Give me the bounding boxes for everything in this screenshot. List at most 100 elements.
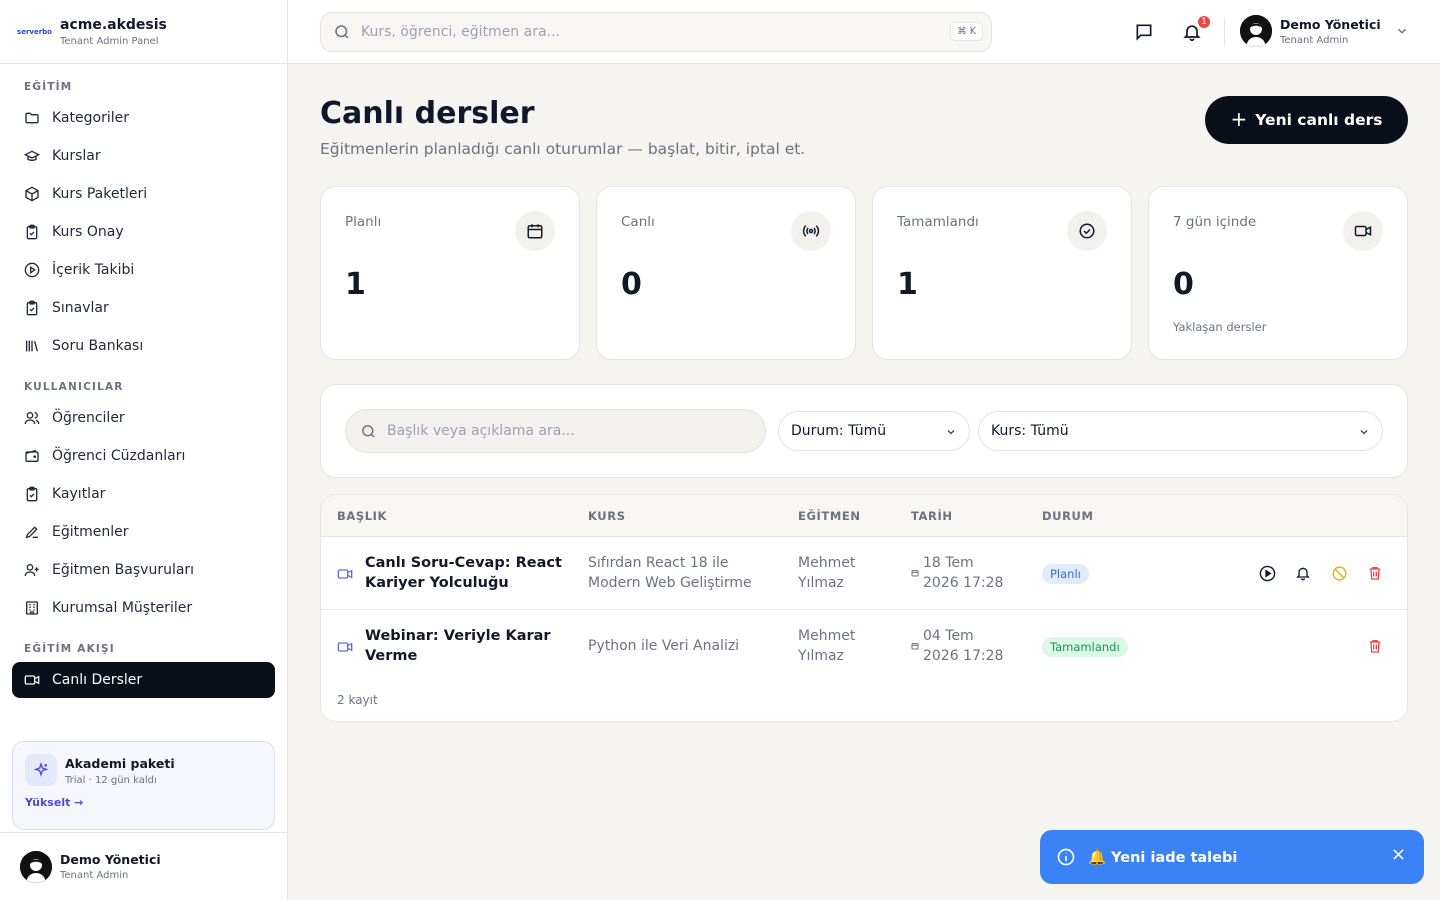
- sidebar-item-label: Öğrenci Cüzdanları: [52, 448, 186, 464]
- course-filter-value: Kurs: Tümü: [991, 423, 1069, 439]
- stat-note: Yaklaşan dersler: [1173, 320, 1267, 334]
- status-badge: Tamamlandı: [1042, 637, 1128, 657]
- sidebar-item-label: Canlı Dersler: [52, 672, 143, 688]
- start-lesson-button[interactable]: [1257, 563, 1277, 583]
- lesson-course: Sıfırdan React 18 ile Modern Web Geliştir…: [588, 555, 752, 591]
- toast-message: 🔔 Yeni iade talebi: [1088, 849, 1238, 866]
- sidebar-item-label: Soru Bankası: [52, 338, 144, 354]
- broadcast-icon: [791, 211, 831, 251]
- sidebar-item-label: Kurslar: [52, 148, 101, 164]
- chevron-down-icon: [1360, 430, 1368, 435]
- play-circle-icon: [24, 262, 40, 278]
- sidebar-item-icerik-takibi[interactable]: İçerik Takibi: [12, 252, 275, 288]
- sidebar-item-label: İçerik Takibi: [52, 262, 135, 278]
- sidebar-user-role: Tenant Admin: [60, 870, 129, 881]
- calendar-icon: [911, 570, 919, 577]
- page-subtitle: Eğitmenlerin planladığı canlı oturumlar …: [320, 140, 806, 158]
- users-icon: [24, 412, 40, 425]
- sidebar-item-kurs-onay[interactable]: Kurs Onay: [12, 214, 275, 250]
- video-icon: [24, 675, 40, 685]
- stat-card-upcoming: 7 gün içinde 0 Yaklaşan dersler: [1148, 186, 1408, 360]
- table-row[interactable]: Webinar: Veriyle Karar Verme Python ile V…: [321, 610, 1407, 683]
- stat-value: 1: [897, 267, 918, 302]
- sidebar-item-egitmen-basvurulari[interactable]: Eğitmen Başvuruları: [12, 552, 275, 588]
- stat-value: 0: [621, 267, 642, 302]
- sidebar-item-label: Sınavlar: [52, 300, 109, 316]
- toast-notification[interactable]: 🔔 Yeni iade talebi ×: [1040, 830, 1424, 884]
- close-icon[interactable]: ×: [1391, 844, 1406, 865]
- lesson-date: 04 Tem 2026 17:28: [923, 628, 1004, 664]
- status-filter-value: Durum: Tümü: [791, 423, 887, 439]
- column-header-date[interactable]: TARİH: [911, 509, 953, 523]
- column-header-title[interactable]: BAŞLIK: [337, 509, 387, 523]
- sidebar-item-kayitlar[interactable]: Kayıtlar: [12, 476, 275, 512]
- topbar-user-name: Demo Yönetici: [1280, 16, 1381, 32]
- wallet-icon: [25, 449, 39, 462]
- sidebar-item-canli-dersler[interactable]: Canlı Dersler: [12, 662, 275, 698]
- lesson-search-input[interactable]: Başlık veya açıklama ara...: [345, 409, 766, 453]
- avatar: [20, 850, 52, 883]
- messages-button[interactable]: [1132, 20, 1156, 44]
- notifications-button[interactable]: 1: [1180, 14, 1212, 44]
- status-filter-select[interactable]: Durum: Tümü: [778, 411, 970, 451]
- column-header-status[interactable]: DURUM: [1042, 509, 1094, 523]
- sidebar-item-ogrenci-cuzdanlari[interactable]: Öğrenci Cüzdanları: [12, 438, 275, 474]
- user-menu[interactable]: Demo Yönetici Tenant Admin: [1240, 15, 1409, 47]
- new-live-lesson-button[interactable]: + Yeni canlı ders: [1205, 96, 1408, 144]
- tenant-name: acme.akdesis: [60, 16, 167, 33]
- delete-lesson-button[interactable]: [1365, 563, 1385, 583]
- delete-lesson-button[interactable]: [1365, 636, 1385, 656]
- column-header-instructor[interactable]: EĞİTMEN: [798, 509, 861, 523]
- course-filter-select[interactable]: Kurs: Tümü: [978, 411, 1383, 451]
- sidebar-item-sinavlar[interactable]: Sınavlar: [12, 290, 275, 326]
- sidebar-item-ogrenciler[interactable]: Öğrenciler: [12, 400, 275, 436]
- pen-icon: [25, 526, 38, 539]
- video-icon: [1343, 211, 1383, 251]
- calendar-icon: [515, 211, 555, 251]
- promo-subtitle: Trial · 12 gün kaldı: [65, 775, 157, 786]
- table-row[interactable]: Canlı Soru-Cevap: React Kariyer Yolculuğu…: [321, 537, 1407, 610]
- sidebar-item-label: Kategoriler: [52, 110, 129, 126]
- sidebar-item-egitmenler[interactable]: Eğitmenler: [12, 514, 275, 550]
- brand-logo: serverbo: [16, 27, 52, 36]
- column-header-course[interactable]: KURS: [588, 509, 626, 523]
- brand-header[interactable]: serverbo acme.akdesis Tenant Admin Panel: [0, 0, 287, 64]
- shortcut-hint: ⌘ K: [950, 22, 983, 41]
- topbar-user-role: Tenant Admin: [1280, 34, 1349, 46]
- lesson-title[interactable]: Webinar: Veriyle Karar Verme: [365, 626, 551, 666]
- sidebar-item-kategoriler[interactable]: Kategoriler: [12, 100, 275, 136]
- trash-icon: [1369, 567, 1381, 580]
- upgrade-link[interactable]: Yükselt →: [25, 796, 83, 809]
- sidebar-item-kurslar[interactable]: Kurslar: [12, 138, 275, 174]
- sidebar: serverbo acme.akdesis Tenant Admin Panel…: [0, 0, 288, 900]
- global-search-input[interactable]: Kurs, öğrenci, eğitmen ara... ⌘ K: [320, 12, 992, 52]
- sidebar-user-name: Demo Yönetici: [60, 852, 161, 867]
- cancel-lesson-button[interactable]: [1329, 563, 1349, 583]
- video-icon: [337, 569, 353, 579]
- status-badge: Planlı: [1042, 564, 1089, 584]
- filter-bar: Başlık veya açıklama ara... Durum: Tümü …: [320, 384, 1408, 478]
- sidebar-user[interactable]: Demo Yönetici Tenant Admin: [0, 832, 287, 900]
- sidebar-item-kurs-paketleri[interactable]: Kurs Paketleri: [12, 176, 275, 212]
- trash-icon: [1369, 640, 1381, 653]
- lesson-title[interactable]: Canlı Soru-Cevap: React Kariyer Yolculuğu: [365, 553, 562, 593]
- record-count: 2 kayıt: [337, 693, 378, 707]
- sidebar-item-label: Eğitmen Başvuruları: [52, 562, 195, 578]
- sidebar-item-kurumsal-musteriler[interactable]: Kurumsal Müşteriler: [12, 590, 275, 626]
- sidebar-item-label: Kurumsal Müşteriler: [52, 600, 193, 616]
- sparkles-icon: [25, 754, 57, 786]
- remind-button[interactable]: [1293, 563, 1313, 583]
- clipboard-check-icon: [26, 486, 38, 502]
- sidebar-item-label: Öğrenciler: [52, 410, 125, 426]
- stat-card-planned: Planlı 1: [320, 186, 580, 360]
- lesson-instructor: Mehmet Yılmaz: [798, 628, 856, 664]
- message-square-icon: [1136, 24, 1152, 41]
- table-header: BAŞLIK KURS EĞİTMEN TARİH DURUM: [321, 495, 1407, 537]
- sidebar-item-soru-bankasi[interactable]: Soru Bankası: [12, 328, 275, 364]
- stat-card-live: Canlı 0: [596, 186, 856, 360]
- lesson-date: 18 Tem 2026 17:28: [923, 555, 1004, 591]
- chevron-down-icon: [1397, 28, 1406, 34]
- stat-value: 0: [1173, 267, 1194, 302]
- sidebar-item-label: Kurs Onay: [52, 224, 124, 240]
- stat-card-completed: Tamamlandı 1: [872, 186, 1132, 360]
